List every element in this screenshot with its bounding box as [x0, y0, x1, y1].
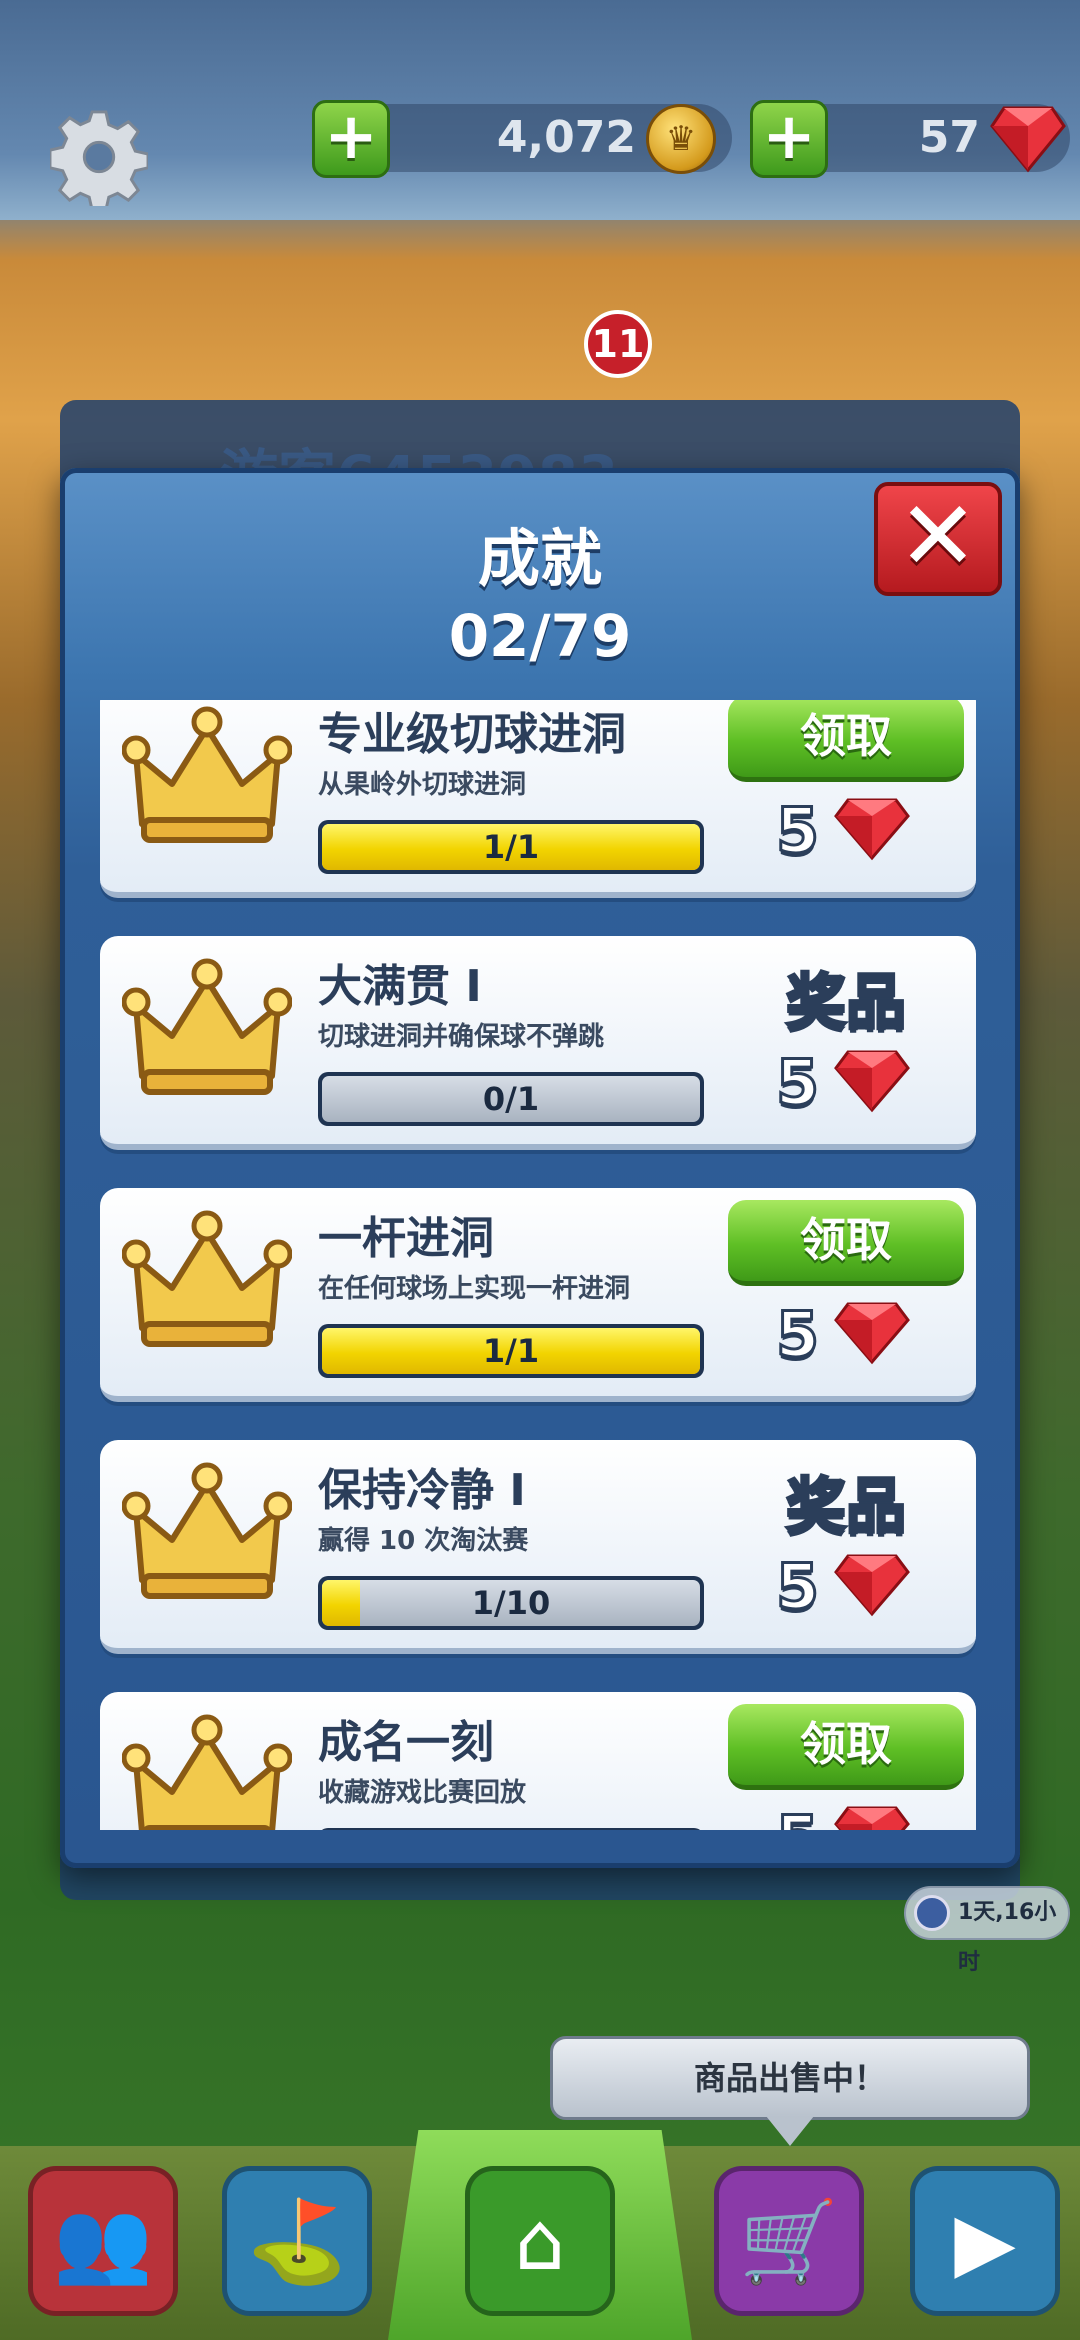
reward-amount: 5	[774, 1045, 820, 1121]
achievements-modal: 成就 02/79 ✕ 专业级切球进洞 从果岭外切球进洞 1/1 领取 5 大满贯…	[60, 468, 1020, 1868]
prize-label: 奖品	[785, 1471, 908, 1544]
tv-icon: ▶	[954, 2195, 1016, 2288]
achievement-card: 成名一刻 收藏游戏比赛回放 领取 5	[100, 1692, 976, 1830]
progress-bar	[318, 1828, 704, 1830]
home-icon: ⌂	[514, 2195, 566, 2288]
golf-bag-icon: ⛳	[247, 2195, 347, 2288]
progress-text: 1/1	[482, 1332, 540, 1370]
reward-amount: 5	[774, 793, 820, 869]
coin-icon: ♛	[646, 104, 716, 174]
progress-bar: 0/1	[318, 1072, 704, 1126]
gem-icon	[834, 1554, 910, 1617]
progress-bar: 1/10	[318, 1576, 704, 1630]
reward-amount: 5	[774, 1801, 820, 1831]
gem-icon	[834, 1050, 910, 1113]
progress-text: 1/10	[471, 1584, 551, 1622]
gear-icon[interactable]	[50, 108, 148, 206]
achievement-title: 专业级切球进洞	[318, 709, 626, 760]
claim-button[interactable]: 领取	[728, 1200, 964, 1286]
achievement-title: 大满贯 I	[318, 961, 482, 1012]
crown-icon	[122, 1210, 292, 1347]
people-icon: 👥	[53, 2195, 153, 2288]
reward-amount: 5	[774, 1549, 820, 1625]
achievement-card: 专业级切球进洞 从果岭外切球进洞 1/1 领取 5	[100, 700, 976, 898]
timer-text: 1天,16小时	[958, 1900, 1057, 1975]
gem-icon	[990, 106, 1066, 173]
crown-icon	[122, 958, 292, 1095]
achievement-title: 成名一刻	[318, 1717, 494, 1768]
cart-icon: 🛒	[739, 2195, 839, 2288]
progress-text: 0/1	[482, 1080, 540, 1118]
prize-label: 奖品	[785, 967, 908, 1040]
buy-coins-button[interactable]: +	[312, 100, 390, 178]
clock-icon	[914, 1895, 950, 1931]
nav-friends-button[interactable]: 👥	[28, 2166, 178, 2316]
achievement-desc: 切球进洞并确保球不弹跳	[318, 1022, 605, 1052]
event-timer: 1天,16小时	[904, 1886, 1070, 1975]
progress-text: 1/1	[482, 828, 540, 866]
tooltip-tail	[766, 2116, 814, 2146]
reward-amount: 5	[774, 1297, 820, 1373]
claim-button[interactable]: 领取	[728, 1704, 964, 1790]
gem-amount: 57	[918, 112, 980, 163]
achievement-list[interactable]: 专业级切球进洞 从果岭外切球进洞 1/1 领取 5 大满贯 I 切球进洞并确保球…	[100, 700, 986, 1830]
gem-icon	[834, 798, 910, 861]
achievement-count: 02/79	[448, 602, 632, 670]
achievement-title: 一杆进洞	[318, 1213, 494, 1264]
nav-golf-bag-button[interactable]: ⛳	[222, 2166, 372, 2316]
crown-icon	[122, 1714, 292, 1830]
close-button[interactable]: ✕	[874, 482, 1002, 596]
achievement-card: 大满贯 I 切球进洞并确保球不弹跳 0/1 奖品 5	[100, 936, 976, 1150]
buy-gems-button[interactable]: +	[750, 100, 828, 178]
gem-icon	[834, 1806, 910, 1830]
crown-icon	[122, 1462, 292, 1599]
achievement-card: 保持冷静 I 赢得 10 次淘汰赛 1/10 奖品 5	[100, 1440, 976, 1654]
coin-amount: 4,072	[496, 112, 636, 163]
achievement-card: 一杆进洞 在任何球场上实现一杆进洞 1/1 领取 5	[100, 1188, 976, 1402]
achievement-desc: 从果岭外切球进洞	[318, 770, 527, 800]
achievement-desc: 赢得 10 次淘汰赛	[318, 1526, 529, 1556]
shop-sale-tooltip: 商品出售中！	[550, 2036, 1030, 2120]
achievement-desc: 收藏游戏比赛回放	[318, 1778, 527, 1808]
nav-tv-button[interactable]: ▶	[910, 2166, 1060, 2316]
progress-bar: 1/1	[318, 1324, 704, 1378]
nav-shop-button[interactable]: 🛒	[714, 2166, 864, 2316]
level-badge: 11	[584, 310, 652, 378]
progress-bar: 1/1	[318, 820, 704, 874]
achievement-desc: 在任何球场上实现一杆进洞	[318, 1274, 631, 1304]
crown-icon	[122, 706, 292, 843]
claim-button[interactable]: 领取	[728, 700, 964, 782]
gem-icon	[834, 1302, 910, 1365]
achievement-title: 保持冷静 I	[318, 1465, 526, 1516]
nav-home-button[interactable]: ⌂	[465, 2166, 615, 2316]
